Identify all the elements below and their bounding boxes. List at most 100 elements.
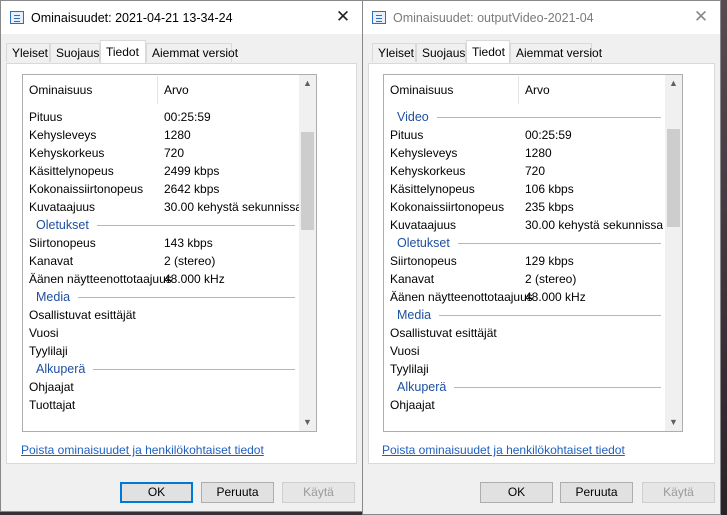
group-header-label: Media (397, 308, 432, 322)
close-icon[interactable]: ✕ (332, 6, 354, 28)
property-list[interactable]: Ominaisuus Arvo Video Pituus 00:25:59 Kehys… (383, 74, 683, 432)
column-header-property[interactable]: Ominaisuus (29, 83, 92, 97)
column-header-value[interactable]: Arvo (164, 83, 189, 97)
properties-icon (10, 11, 24, 24)
ok-button[interactable]: OK (480, 482, 553, 503)
property-row[interactable]: Vuosi (384, 342, 664, 360)
group-header: Video (384, 108, 664, 126)
property-row[interactable]: Siirtonopeus 143 kbps (23, 234, 298, 252)
group-divider (97, 225, 295, 226)
tab-tiedot[interactable]: Tiedot (100, 40, 146, 63)
group-divider (93, 369, 295, 370)
property-row[interactable]: Kuvataajuus 30.00 kehystä sekunnissa (384, 216, 664, 234)
vertical-scrollbar[interactable]: ▲ ▼ (665, 75, 682, 431)
property-row[interactable]: Kanavat 2 (stereo) (384, 270, 664, 288)
property-row[interactable]: Käsittelynopeus 106 kbps (384, 180, 664, 198)
property-row[interactable]: Vuosi (23, 324, 298, 342)
property-row[interactable]: Tyylilaji (23, 342, 298, 360)
property-row[interactable]: Pituus 00:25:59 (384, 126, 664, 144)
property-name: Siirtonopeus (390, 254, 457, 268)
property-row[interactable]: Kehysleveys 1280 (23, 126, 298, 144)
tab-tiedot[interactable]: Tiedot (466, 40, 510, 63)
property-row[interactable]: Kehyskorkeus 720 (384, 162, 664, 180)
column-divider[interactable] (518, 76, 519, 104)
apply-button: Käytä (282, 482, 355, 503)
property-name: Kehysleveys (29, 128, 97, 142)
property-name: Käsittelynopeus (390, 182, 475, 196)
property-name: Pituus (390, 128, 424, 142)
property-row[interactable]: Siirtonopeus 129 kbps (384, 252, 664, 270)
property-name: Kokonaissiirtonopeus (390, 200, 505, 214)
property-value: 143 kbps (164, 236, 213, 250)
property-row[interactable]: Ohjaajat (23, 378, 298, 396)
property-name: Kanavat (29, 254, 74, 268)
property-name: Kuvataajuus (390, 218, 457, 232)
property-row[interactable]: Kokonaissiirtonopeus 2642 kbps (23, 180, 298, 198)
property-name: Tyylilaji (29, 344, 68, 358)
remove-properties-link[interactable]: Poista ominaisuudet ja henkilökohtaiset … (382, 443, 625, 457)
group-header-label: Alkuperä (36, 362, 86, 376)
property-row[interactable]: Pituus 00:25:59 (23, 108, 298, 126)
vertical-scrollbar[interactable]: ▲ ▼ (299, 75, 316, 431)
scroll-thumb[interactable] (667, 129, 680, 227)
ok-button[interactable]: OK (120, 482, 193, 503)
column-header-property[interactable]: Ominaisuus (390, 83, 453, 97)
property-row[interactable]: Käsittelynopeus 2499 kbps (23, 162, 298, 180)
details-panel: Ominaisuus Arvo Video Pituus 00:25:59 Kehys… (368, 63, 715, 464)
property-value: 720 (525, 164, 546, 178)
property-row[interactable]: Osallistuvat esittäjät (23, 306, 298, 324)
scroll-down-icon[interactable]: ▼ (665, 414, 682, 431)
group-header-label: Alkuperä (397, 380, 447, 394)
scroll-thumb[interactable] (301, 132, 314, 230)
property-row[interactable]: Kuvataajuus 30.00 kehystä sekunnissa (23, 198, 302, 216)
property-value: 2 (stereo) (164, 254, 216, 268)
property-name: Vuosi (29, 326, 59, 340)
property-row[interactable]: Osallistuvat esittäjät (384, 324, 664, 342)
group-header: Alkuperä (384, 378, 664, 396)
property-row[interactable]: Ohjaajat (384, 396, 664, 414)
scroll-up-icon[interactable]: ▲ (299, 75, 316, 92)
tab-yleiset[interactable]: Yleiset (6, 43, 50, 62)
column-header-value[interactable]: Arvo (525, 83, 550, 97)
property-value: 720 (164, 146, 185, 160)
column-divider[interactable] (157, 76, 158, 104)
details-panel: Ominaisuus Arvo Pituus 00:25:59 Kehyslevey… (6, 63, 357, 464)
cancel-button[interactable]: Peruuta (201, 482, 274, 503)
property-name: Äänen näytteenottotaajuus (29, 272, 172, 286)
property-row[interactable]: Äänen näytteenottotaajuus 48.000 kHz (384, 288, 664, 306)
property-row[interactable]: Kehyskorkeus 720 (23, 144, 298, 162)
group-header-label: Oletukset (397, 236, 450, 250)
property-row[interactable]: Kokonaissiirtonopeus 235 kbps (384, 198, 664, 216)
tab-suojaus[interactable]: Suojaus (416, 43, 466, 62)
group-divider (78, 297, 295, 298)
property-name: Pituus (29, 110, 63, 124)
tab-yleiset[interactable]: Yleiset (372, 43, 416, 62)
tab-aiemmat-versiot[interactable]: Aiemmat versiot (146, 43, 238, 62)
remove-properties-link[interactable]: Poista ominaisuudet ja henkilökohtaiset … (21, 443, 264, 457)
group-header: Alkuperä (23, 360, 298, 378)
window-title: Ominaisuudet: outputVideo-2021-04 (393, 11, 594, 25)
cancel-button[interactable]: Peruuta (560, 482, 633, 503)
property-row[interactable]: Tyylilaji (384, 360, 664, 378)
group-divider (437, 117, 661, 118)
property-row[interactable]: Kanavat 2 (stereo) (23, 252, 298, 270)
property-list[interactable]: Ominaisuus Arvo Pituus 00:25:59 Kehyslevey… (22, 74, 317, 432)
property-row[interactable]: Kehysleveys 1280 (384, 144, 664, 162)
group-header-label: Media (36, 290, 71, 304)
tab-aiemmat-versiot[interactable]: Aiemmat versiot (510, 43, 602, 62)
property-value: 00:25:59 (164, 110, 211, 124)
scroll-up-icon[interactable]: ▲ (665, 75, 682, 92)
group-header: Media (384, 306, 664, 324)
tab-suojaus[interactable]: Suojaus (50, 43, 100, 62)
close-icon[interactable]: ✕ (690, 6, 712, 28)
property-rows: Pituus 00:25:59 Kehysleveys 1280 Kehyskorkeu… (23, 105, 302, 431)
property-value: 1280 (164, 128, 191, 142)
properties-dialog-1: Ominaisuudet: 2021-04-21 13-34-24 ✕ Ylei… (0, 0, 363, 512)
title-bar[interactable]: Ominaisuudet: outputVideo-2021-04 ✕ (363, 1, 720, 34)
property-row[interactable]: Äänen näytteenottotaajuus 48.000 kHz (23, 270, 298, 288)
property-name: Vuosi (390, 344, 420, 358)
title-bar[interactable]: Ominaisuudet: 2021-04-21 13-34-24 ✕ (1, 1, 362, 34)
property-name: Ohjaajat (29, 380, 74, 394)
property-row[interactable]: Tuottajat (23, 396, 298, 414)
scroll-down-icon[interactable]: ▼ (299, 414, 316, 431)
